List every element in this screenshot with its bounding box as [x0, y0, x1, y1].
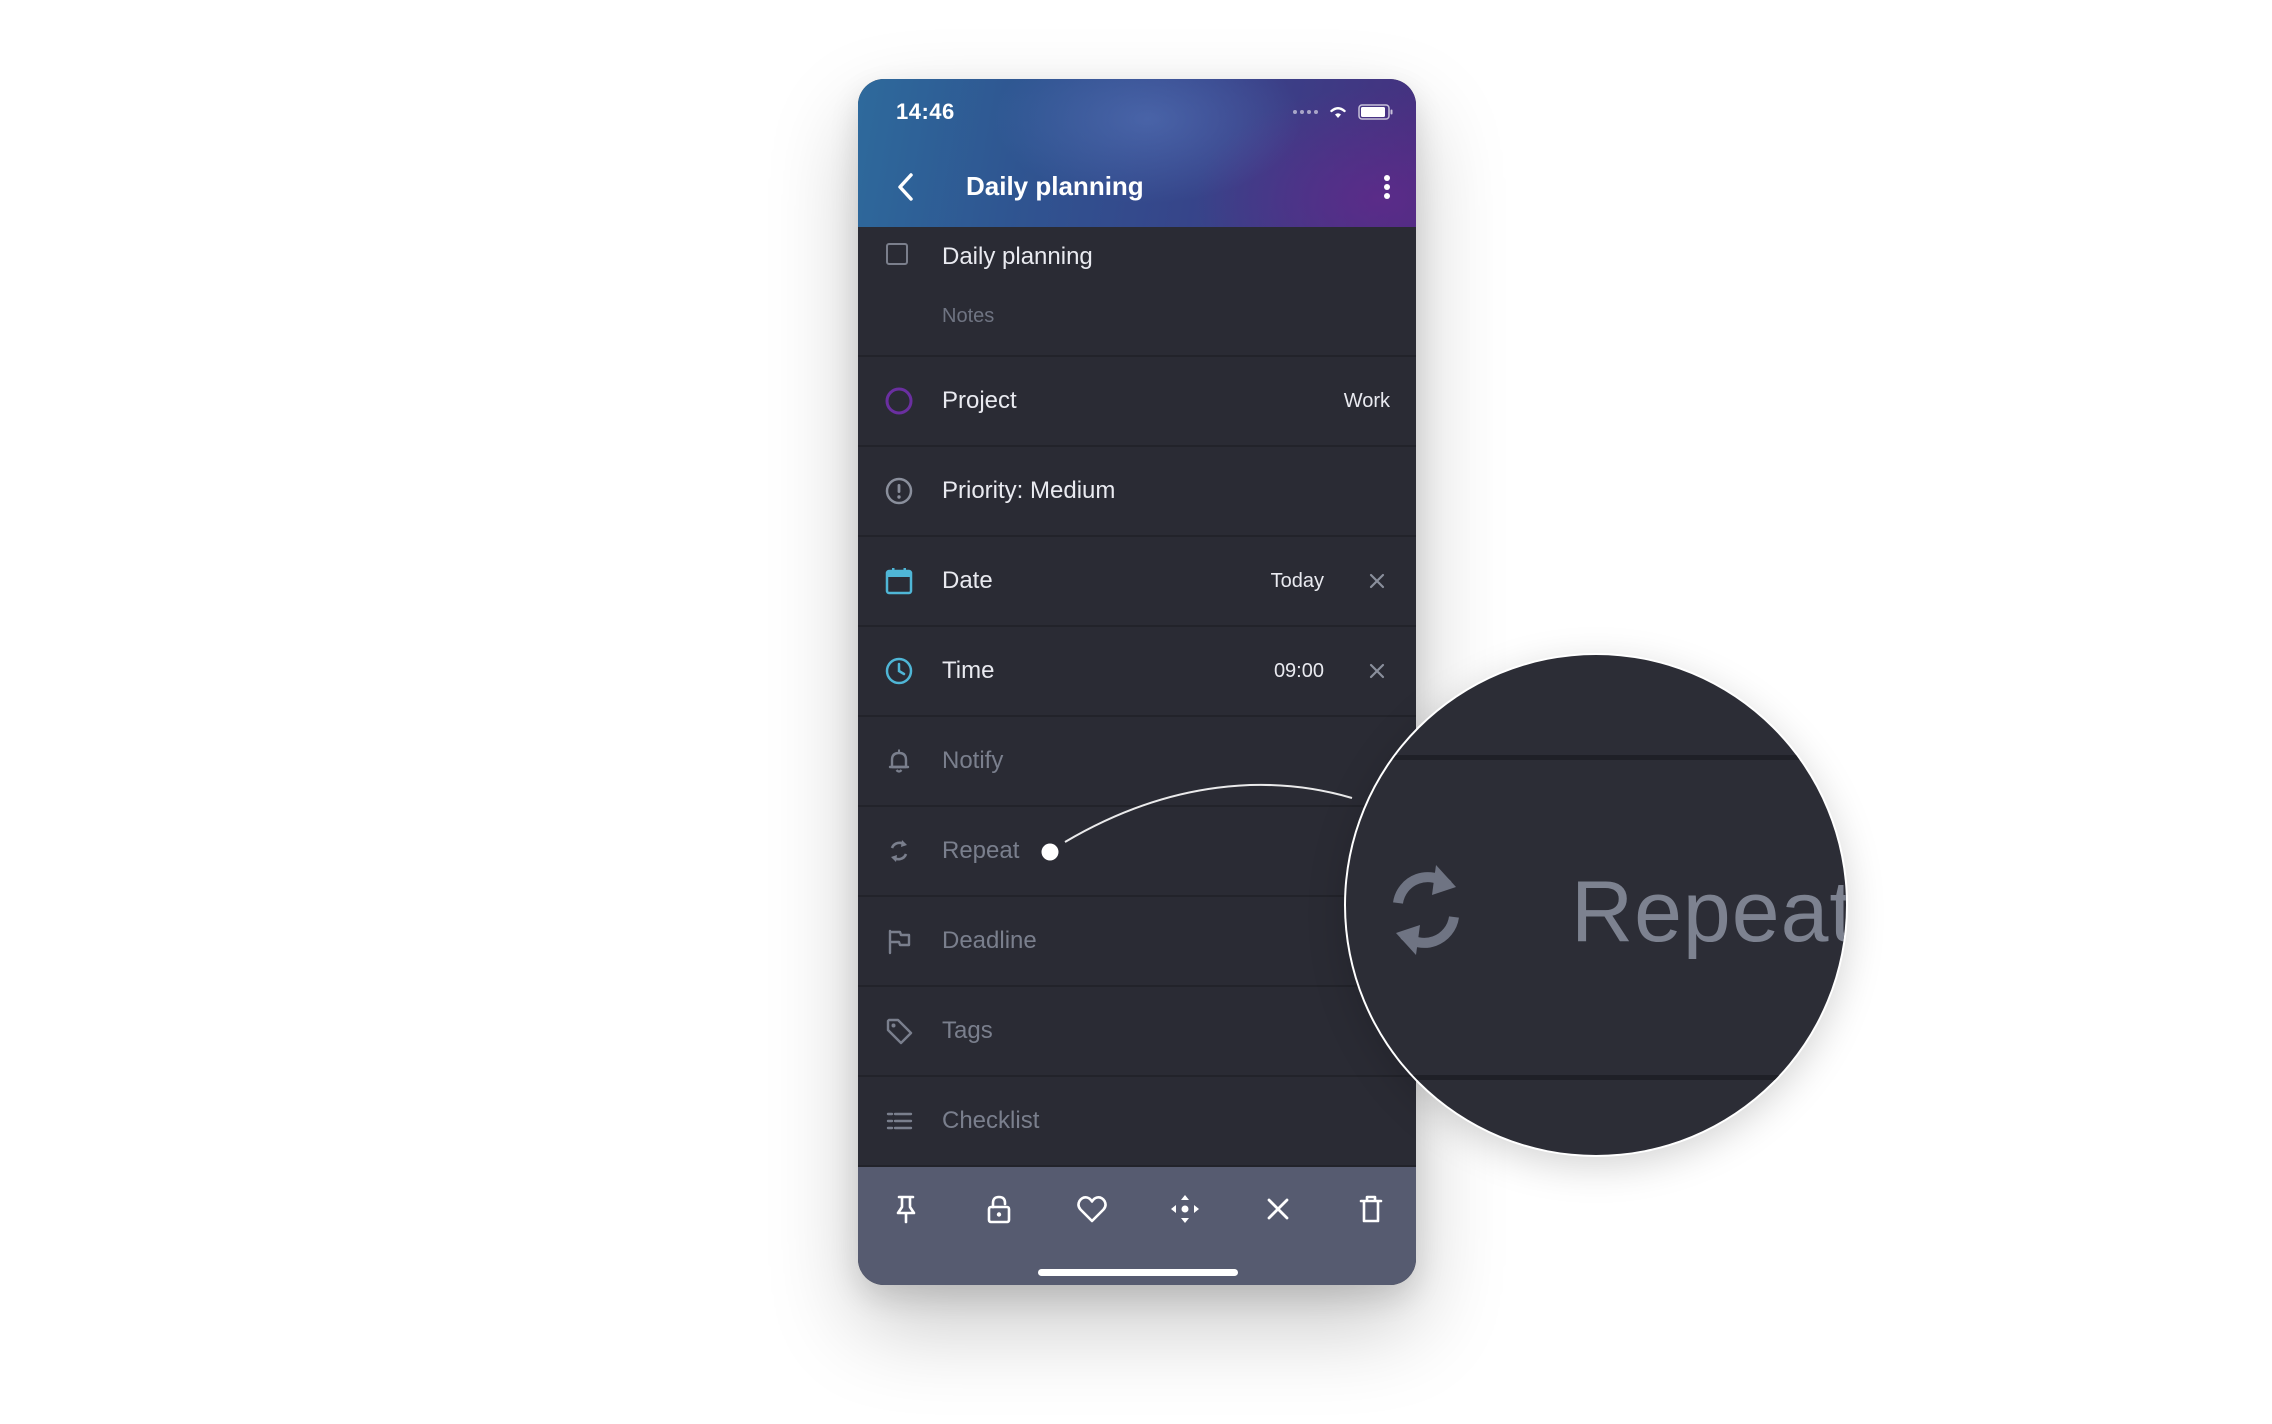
row-notify[interactable]: Notify: [858, 717, 1416, 807]
magnifier-divider-bottom: [1346, 1075, 1846, 1080]
wifi-icon: [1330, 107, 1346, 118]
more-vertical-icon: [1384, 175, 1390, 199]
bottom-toolbar: [858, 1167, 1416, 1285]
row-deadline-label: Deadline: [942, 927, 1037, 954]
row-checklist[interactable]: Checklist: [858, 1077, 1416, 1167]
signal-icon: [1293, 110, 1318, 114]
status-icons: [1293, 103, 1394, 121]
heart-icon: [1077, 1196, 1107, 1223]
repeat-icon: [884, 836, 914, 866]
row-project-label: Project: [942, 387, 1017, 414]
stage: 14:46 Daily planning Daily planning Note…: [0, 0, 2272, 1424]
chevron-left-icon: [898, 173, 913, 201]
delete-button[interactable]: [1349, 1187, 1393, 1231]
row-time-label: Time: [942, 657, 995, 684]
task-block: Daily planning Notes: [858, 227, 1416, 357]
row-date[interactable]: Date Today: [858, 537, 1416, 627]
row-repeat[interactable]: Repeat: [858, 807, 1416, 897]
close-icon: [1369, 573, 1385, 589]
row-date-value: Today: [1270, 569, 1324, 592]
phone-frame: 14:46 Daily planning Daily planning Note…: [858, 79, 1416, 1285]
move-icon: [1171, 1195, 1199, 1223]
bell-icon: [884, 746, 914, 776]
magnifier-label: Repeat: [1571, 864, 1846, 960]
calendar-icon: [884, 566, 914, 596]
pin-icon: [896, 1195, 916, 1224]
notes-field[interactable]: Notes: [942, 305, 994, 328]
cancel-button[interactable]: [1256, 1187, 1300, 1231]
row-time-value: 09:00: [1273, 659, 1324, 682]
row-checklist-label: Checklist: [942, 1107, 1040, 1134]
row-date-label: Date: [942, 567, 993, 594]
row-deadline[interactable]: Deadline: [858, 897, 1416, 987]
checklist-icon: [884, 1106, 914, 1136]
lock-icon: [987, 1195, 1011, 1224]
trash-icon: [1359, 1195, 1383, 1223]
row-tags[interactable]: Tags: [858, 987, 1416, 1077]
task-detail-list: Daily planning Notes Project Work Priori…: [858, 227, 1416, 1167]
more-menu-button[interactable]: [1372, 169, 1402, 205]
flag-icon: [884, 926, 914, 956]
header: 14:46 Daily planning: [858, 79, 1416, 227]
row-project[interactable]: Project Work: [858, 357, 1416, 447]
row-project-value: Work: [1343, 389, 1390, 412]
page-title: Daily planning: [966, 171, 1144, 201]
battery-icon: [1358, 104, 1393, 120]
project-circle-icon: [884, 386, 914, 416]
row-priority-label: Priority: Medium: [942, 477, 1116, 504]
clock-icon: [884, 656, 914, 686]
clear-date-button[interactable]: [1364, 568, 1390, 594]
move-button[interactable]: [1163, 1187, 1207, 1231]
row-repeat-label: Repeat: [942, 837, 1020, 864]
pin-button[interactable]: [884, 1187, 928, 1231]
home-indicator[interactable]: [1038, 1269, 1238, 1276]
row-notify-label: Notify: [942, 747, 1004, 774]
tag-icon: [884, 1016, 914, 1046]
row-time[interactable]: Time 09:00: [858, 627, 1416, 717]
favorite-button[interactable]: [1070, 1187, 1114, 1231]
row-priority[interactable]: Priority: Medium: [858, 447, 1416, 537]
lock-button[interactable]: [977, 1187, 1021, 1231]
close-icon: [1369, 663, 1385, 679]
repeat-icon: [1393, 865, 1459, 955]
row-tags-label: Tags: [942, 1017, 993, 1044]
status-time: 14:46: [896, 99, 955, 124]
clear-time-button[interactable]: [1364, 658, 1390, 684]
close-icon: [1267, 1198, 1289, 1220]
task-complete-checkbox[interactable]: [886, 243, 908, 265]
magnifier-divider-top: [1346, 755, 1846, 760]
task-title[interactable]: Daily planning: [942, 243, 1093, 271]
back-button[interactable]: [888, 169, 924, 205]
priority-alert-icon: [884, 476, 914, 506]
zoom-magnifier: Repeat: [1346, 655, 1846, 1155]
